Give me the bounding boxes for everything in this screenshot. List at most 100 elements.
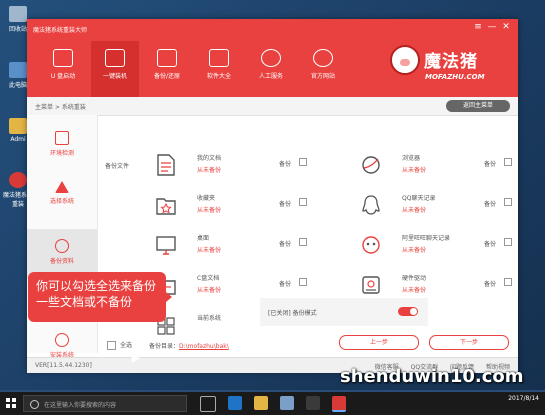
step-select-system[interactable]: 选择系统 xyxy=(27,171,97,221)
file-status: 从未备份 xyxy=(197,167,222,174)
title-bar: 魔法猪系统重装大师 ≡ — ✕ U 盘启动 一键装机 备份/还原 软件大全 人工… xyxy=(27,19,518,97)
usb-icon xyxy=(53,49,73,67)
prev-step-button[interactable]: 上一步 xyxy=(339,335,419,350)
file-name: QQ聊天记录 xyxy=(402,195,436,202)
backup-label: 备份 xyxy=(484,161,497,168)
wangwang-icon xyxy=(362,236,380,254)
monitor-icon xyxy=(156,236,176,255)
file-status: 从未备份 xyxy=(402,167,427,174)
file-status: 从未备份 xyxy=(197,207,222,214)
search-placeholder: 在这里输入你要搜索的内容 xyxy=(44,402,117,409)
taskbar-clock[interactable]: 2017/8/14 xyxy=(508,394,539,403)
nav-usb-boot[interactable]: U 盘启动 xyxy=(39,41,87,97)
backup-checkbox[interactable] xyxy=(504,158,512,166)
pig-app-icon xyxy=(9,172,27,188)
taskbar: 在这里输入你要搜索的内容 2017/8/14 xyxy=(0,392,545,415)
backup-checkbox[interactable] xyxy=(504,278,512,286)
nav-label: 一键装机 xyxy=(102,73,127,80)
file-name: 当前系统 xyxy=(197,315,222,322)
backup-checkbox[interactable] xyxy=(299,158,307,166)
next-step-button[interactable]: 下一步 xyxy=(429,335,509,350)
windows-logo-icon xyxy=(6,398,16,408)
backup-label: 备份 xyxy=(279,201,292,208)
file-qq-chat: QQ聊天记录 从未备份 备份 xyxy=(360,191,530,221)
recycle-bin-icon xyxy=(9,6,27,22)
backup-checkbox[interactable] xyxy=(504,238,512,246)
backup-checkbox[interactable] xyxy=(299,238,307,246)
logo-text: 魔法猪 xyxy=(424,52,478,72)
nav-backup-restore[interactable]: 备份/还原 xyxy=(143,41,191,97)
breadcrumb-bar: 主菜单 > 系统重装 返回主菜单 xyxy=(27,97,518,116)
backup-checkbox[interactable] xyxy=(299,278,307,286)
backup-dir: 备份目录：D:\mofazhu\bak\ xyxy=(149,341,229,350)
select-all[interactable]: 全选 xyxy=(107,340,132,350)
backup-mode-toggle[interactable] xyxy=(398,307,418,316)
nav-one-click-install[interactable]: 一键装机 xyxy=(91,41,139,97)
folder-icon xyxy=(9,118,27,134)
step-label: 备份资料 xyxy=(49,258,74,265)
pig-app-taskbar-icon[interactable] xyxy=(332,396,346,412)
app-icon[interactable] xyxy=(306,396,320,410)
store-icon[interactable] xyxy=(280,396,294,410)
desktop-icon-label: 回收站 xyxy=(8,26,27,33)
close-button[interactable]: ✕ xyxy=(500,22,512,32)
backup-label: 备份 xyxy=(484,201,497,208)
file-name: 桌面 xyxy=(197,235,210,242)
backup-label: 备份 xyxy=(279,281,292,288)
select-all-label: 全选 xyxy=(120,342,133,349)
cursor-select-icon xyxy=(55,181,69,193)
select-all-checkbox[interactable] xyxy=(107,341,116,350)
hint-tooltip: 你可以勾选全选来备份一些文档或不备份 xyxy=(28,272,172,322)
user-icon xyxy=(261,49,281,67)
nav-official-site[interactable]: 官方网站 xyxy=(299,41,347,97)
file-hardware-drivers: 硬件驱动 从未备份 备份 xyxy=(360,271,530,301)
edge-icon[interactable] xyxy=(228,396,242,410)
desktop-icon-label: 此电脑 xyxy=(8,82,27,89)
backup-mode-row: [已关闭] 备份模式 xyxy=(260,298,428,326)
backup-dir-label: 备份目录： xyxy=(149,343,180,350)
file-name: 收藏夹 xyxy=(197,195,216,202)
nav-human-service[interactable]: 人工服务 xyxy=(247,41,295,97)
backup-label: 备份 xyxy=(279,161,292,168)
nav-label: 人工服务 xyxy=(258,73,283,80)
browser-icon xyxy=(362,156,380,174)
taskbar-search[interactable]: 在这里输入你要搜索的内容 xyxy=(23,395,187,412)
nav-label: 官方网站 xyxy=(310,73,335,80)
file-name: 我的文档 xyxy=(197,155,222,162)
backup-checkbox[interactable] xyxy=(299,198,307,206)
file-explorer-icon[interactable] xyxy=(254,396,268,410)
file-name: 阿里旺旺聊天记录 xyxy=(402,235,451,242)
nav-software[interactable]: 软件大全 xyxy=(195,41,243,97)
task-view-icon[interactable] xyxy=(200,396,216,412)
document-check-icon xyxy=(55,131,69,145)
backup-icon xyxy=(157,49,177,67)
file-status: 从未备份 xyxy=(197,247,222,254)
step-label: 选择系统 xyxy=(49,198,74,205)
folder-star-icon xyxy=(156,198,176,215)
pig-logo-icon xyxy=(390,45,420,75)
file-desktop: 桌面 从未备份 备份 xyxy=(155,231,325,261)
backup-checkbox[interactable] xyxy=(504,198,512,206)
gear-icon xyxy=(55,333,69,347)
file-my-documents: 我的文档 从未备份 备份 xyxy=(155,151,325,181)
backup-label: 备份 xyxy=(484,241,497,248)
driver-chip-icon xyxy=(362,276,380,294)
backup-label: 备份 xyxy=(484,281,497,288)
file-status: 从未备份 xyxy=(402,287,427,294)
file-name: C盘文档 xyxy=(197,275,220,282)
file-status: 从未备份 xyxy=(402,207,427,214)
backup-label: 备份 xyxy=(279,241,292,248)
back-to-main-button[interactable]: 返回主菜单 xyxy=(446,100,510,112)
file-c-drive-docs: C盘文档 从未备份 备份 xyxy=(155,271,325,301)
minimize-button[interactable]: — xyxy=(486,22,498,32)
desktop-icon-label: Admi xyxy=(10,136,26,143)
step-environment-check[interactable]: 环境检测 xyxy=(27,121,97,171)
section-label: 备份文件 xyxy=(105,163,130,170)
menu-icon[interactable]: ≡ xyxy=(472,22,484,32)
start-button[interactable] xyxy=(0,392,22,415)
file-name: 浏览器 xyxy=(402,155,421,162)
monitor-icon xyxy=(105,49,125,67)
backup-mode-label: [已关闭] 备份模式 xyxy=(268,310,317,317)
backup-dir-link[interactable]: D:\mofazhu\bak\ xyxy=(179,343,229,350)
step-label: 环境检测 xyxy=(49,150,74,157)
